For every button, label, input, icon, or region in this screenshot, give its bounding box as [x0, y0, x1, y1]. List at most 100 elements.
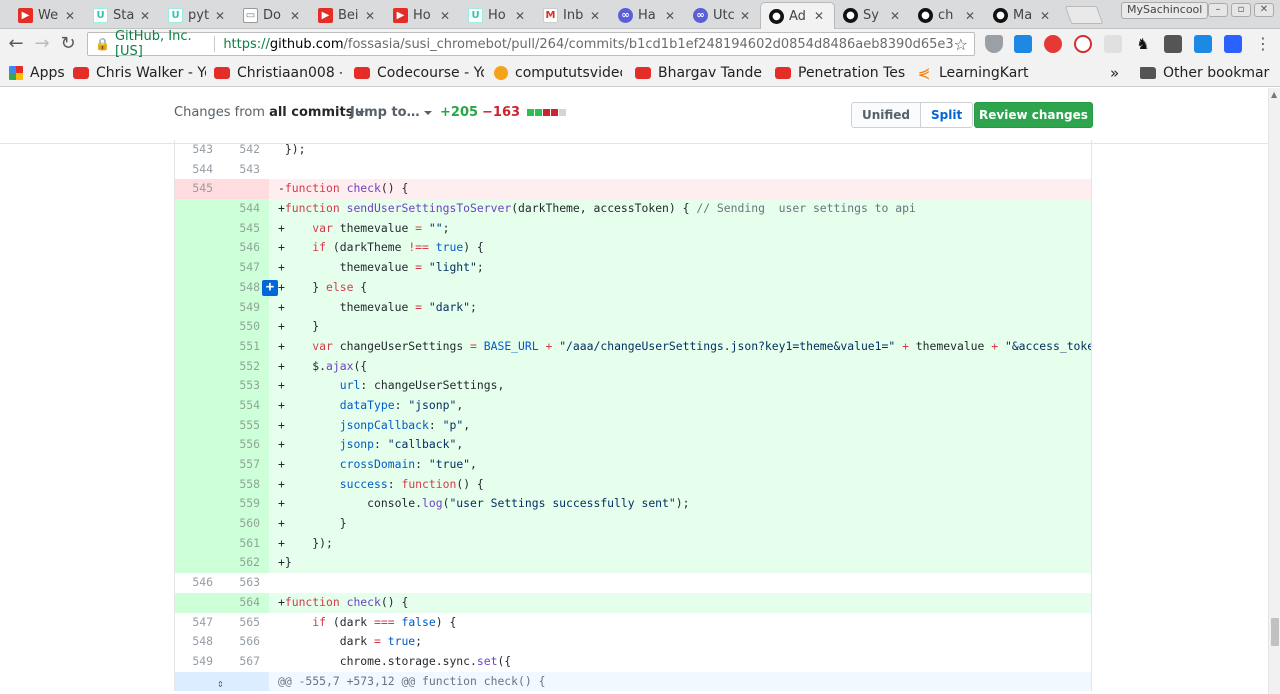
browser-tab[interactable]: U Sta ✕ — [85, 2, 160, 29]
other-bookmarks-folder[interactable]: Other bookmarks — [1140, 63, 1270, 83]
jump-to-select[interactable]: Jump to… — [350, 105, 432, 120]
close-tab-icon[interactable]: ✕ — [965, 9, 977, 23]
old-line-number[interactable]: 546 — [175, 573, 222, 593]
close-tab-icon[interactable]: ✕ — [890, 9, 902, 23]
new-line-number[interactable]: 557 — [222, 455, 269, 475]
new-line-number[interactable] — [222, 671, 269, 692]
minimize-button[interactable]: – — [1208, 3, 1228, 17]
new-line-number[interactable]: 562 — [222, 553, 269, 574]
tomato-extension-icon[interactable] — [1044, 35, 1062, 53]
old-line-number[interactable] — [175, 415, 222, 436]
bookmark-item[interactable]: compututsvideos — [494, 63, 622, 83]
new-line-number[interactable]: 550 — [222, 317, 269, 337]
new-line-number[interactable]: 563 — [222, 573, 269, 593]
block-extension-icon[interactable] — [1074, 35, 1092, 53]
new-line-number[interactable]: 554 — [222, 395, 269, 416]
new-line-number[interactable]: 556 — [222, 435, 269, 455]
new-line-number[interactable]: 567 — [222, 652, 269, 672]
new-line-number[interactable]: 551 — [222, 336, 269, 357]
browser-tab[interactable]: M Inb ✕ — [535, 2, 610, 29]
browser-tab[interactable]: ● Sy ✕ — [835, 2, 910, 29]
old-line-number[interactable]: 543 — [175, 140, 222, 160]
old-line-number[interactable] — [175, 317, 222, 337]
old-line-number[interactable]: 549 — [175, 652, 222, 672]
old-line-number[interactable] — [175, 455, 222, 475]
old-line-number[interactable] — [175, 592, 222, 613]
old-line-number[interactable]: 544 — [175, 160, 222, 180]
cast-extension-icon[interactable] — [1224, 35, 1242, 53]
reload-icon[interactable]: ↻ — [56, 32, 80, 56]
new-line-number[interactable]: 561 — [222, 533, 269, 554]
old-line-number[interactable] — [175, 356, 222, 377]
old-line-number[interactable] — [175, 218, 222, 239]
close-tab-icon[interactable]: ✕ — [65, 9, 77, 23]
close-tab-icon[interactable]: ✕ — [590, 9, 602, 23]
card-extension-icon[interactable] — [1104, 35, 1122, 53]
old-line-number[interactable] — [175, 533, 222, 554]
old-line-number[interactable] — [175, 395, 222, 416]
old-line-number[interactable] — [175, 238, 222, 259]
expand-icon[interactable]: ⇕ — [217, 674, 224, 694]
browser-tab[interactable]: ∞ Utc ✕ — [685, 2, 760, 29]
new-line-number[interactable]: 542 — [222, 140, 269, 160]
review-changes-button[interactable]: Review changes — [974, 102, 1093, 142]
old-line-number[interactable] — [175, 514, 222, 534]
browser-tab[interactable]: Upyt ✕ — [160, 2, 235, 29]
new-line-number[interactable] — [222, 179, 269, 200]
browser-tab[interactable]: ▶ We ✕ — [10, 2, 85, 29]
bookmark-item[interactable]: ⋞ LearningKart — [916, 63, 1036, 83]
old-line-number[interactable] — [175, 258, 222, 278]
close-tab-icon[interactable]: ✕ — [515, 9, 527, 23]
changes-from-select[interactable]: Changes from all commits — [174, 105, 366, 120]
old-line-number[interactable] — [175, 336, 222, 357]
close-tab-icon[interactable]: ✕ — [740, 9, 752, 23]
browser-tab[interactable]: ▶ Bei ✕ — [310, 2, 385, 29]
horse-extension-icon[interactable]: ♞ — [1134, 35, 1152, 53]
menu-icon[interactable]: ⋮ — [1254, 35, 1272, 53]
back-icon[interactable]: ← — [4, 32, 28, 56]
old-line-number[interactable] — [175, 376, 222, 396]
new-line-number[interactable]: 544 — [222, 199, 269, 219]
close-tab-icon[interactable]: ✕ — [215, 9, 227, 23]
bookmark-item[interactable]: Codecourse - You — [354, 63, 484, 83]
old-line-number[interactable]: 547 — [175, 613, 222, 633]
split-view-button[interactable]: Split — [921, 103, 973, 127]
bookmark-apps[interactable]: Apps — [9, 63, 69, 83]
sync-extension-icon[interactable] — [1194, 35, 1212, 53]
new-line-number[interactable]: 555 — [222, 415, 269, 436]
new-line-number[interactable]: 553 — [222, 376, 269, 396]
old-line-number[interactable] — [175, 553, 222, 574]
forward-icon[interactable]: → — [30, 32, 54, 56]
new-line-number[interactable]: 566 — [222, 632, 269, 652]
close-tab-icon[interactable]: ✕ — [814, 9, 826, 23]
browser-tab[interactable]: ▭ Do ✕ — [235, 2, 310, 29]
new-line-number[interactable]: 565 — [222, 613, 269, 633]
new-line-number[interactable]: 560 — [222, 514, 269, 534]
close-window-button[interactable]: ✕ — [1254, 3, 1274, 17]
bookmarks-overflow-button[interactable]: » — [1110, 63, 1124, 83]
old-line-number[interactable] — [175, 199, 222, 219]
old-line-number[interactable] — [175, 494, 222, 515]
close-tab-icon[interactable]: ✕ — [290, 9, 302, 23]
bookmark-item[interactable]: Chris Walker - Yo — [73, 63, 206, 83]
close-tab-icon[interactable]: ✕ — [140, 9, 152, 23]
grid-extension-icon[interactable] — [1164, 35, 1182, 53]
old-line-number[interactable]: 548 — [175, 632, 222, 652]
bookmark-star-icon[interactable]: ☆ — [954, 35, 968, 54]
scrollbar-thumb[interactable] — [1271, 618, 1279, 646]
browser-tab[interactable]: ▶ Ho ✕ — [385, 2, 460, 29]
screenshot-extension-icon[interactable] — [1014, 35, 1032, 53]
site-identity[interactable]: GitHub, Inc. [US] — [115, 29, 207, 59]
new-line-number[interactable]: 559 — [222, 494, 269, 515]
close-tab-icon[interactable]: ✕ — [665, 9, 677, 23]
new-line-number[interactable]: 552 — [222, 356, 269, 377]
browser-tab[interactable]: ● ch ✕ — [910, 2, 985, 29]
browser-tab[interactable]: ∞ Ha ✕ — [610, 2, 685, 29]
bookmark-item[interactable]: Bhargav Tandel - — [635, 63, 762, 83]
browser-tab[interactable]: ● Ad ✕ — [760, 2, 835, 29]
profile-name[interactable]: MySachincool — [1121, 2, 1209, 19]
new-line-number[interactable]: 564 — [222, 592, 269, 613]
new-line-number[interactable]: 547 — [222, 258, 269, 278]
old-line-number[interactable] — [175, 297, 222, 318]
scroll-up-icon[interactable]: ▲ — [1271, 90, 1277, 99]
